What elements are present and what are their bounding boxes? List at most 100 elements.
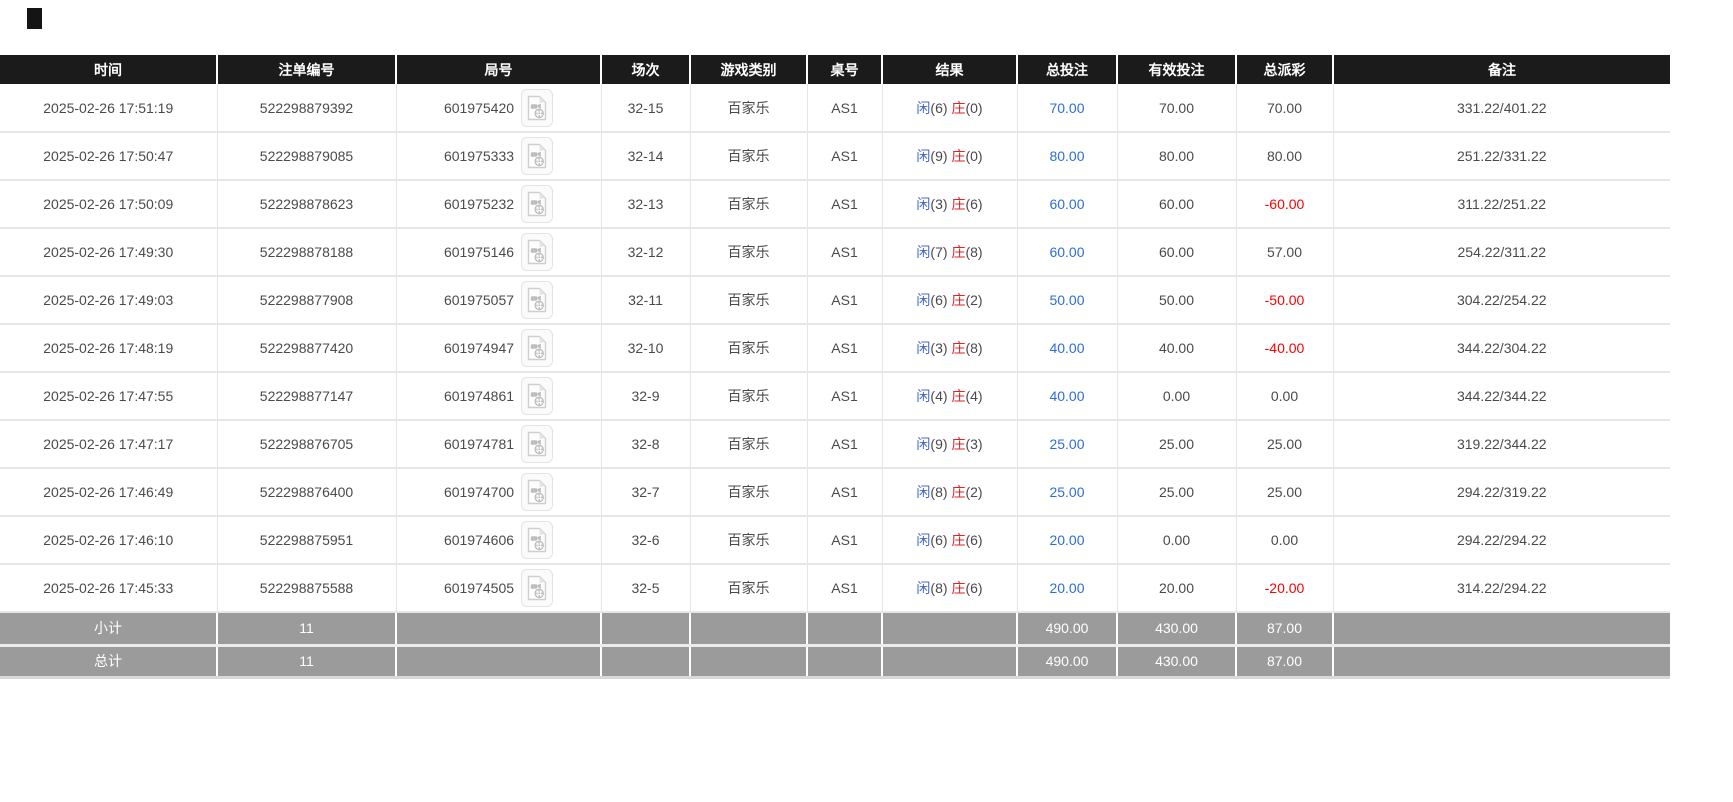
total-bet-link[interactable]: 70.00 (1049, 100, 1084, 116)
video-replay-icon (527, 191, 547, 217)
cell-round-number: 601975232 (396, 180, 601, 228)
cell-total-bet: 20.00 (1017, 516, 1117, 564)
cell-valid-bet: 20.00 (1117, 564, 1236, 612)
table-row: 2025-02-26 17:49:30 522298878188 6019751… (0, 228, 1670, 276)
cell-valid-bet: 60.00 (1117, 228, 1236, 276)
cell-valid-bet: 40.00 (1117, 324, 1236, 372)
total-bet-link[interactable]: 40.00 (1049, 388, 1084, 404)
result-banker-label: 庄 (951, 484, 965, 500)
cell-round-number: 601974781 (396, 420, 601, 468)
result-player-label: 闲 (916, 196, 930, 212)
video-replay-button[interactable] (521, 185, 553, 223)
result-banker-score: (8) (965, 340, 982, 356)
result-player-score: (8) (930, 580, 947, 596)
total-empty-result (882, 645, 1017, 677)
total-valid-bet: 430.00 (1117, 645, 1236, 677)
subtotal-empty-result (882, 612, 1017, 645)
cell-bet-number: 522298877147 (217, 372, 396, 420)
video-replay-icon (527, 287, 547, 313)
total-bet-link[interactable]: 60.00 (1049, 196, 1084, 212)
video-replay-button[interactable] (521, 89, 553, 127)
total-bet-link[interactable]: 25.00 (1049, 484, 1084, 500)
cell-remark: 254.22/311.22 (1333, 228, 1670, 276)
result-player-label: 闲 (916, 388, 930, 404)
video-replay-button[interactable] (521, 425, 553, 463)
result-player-label: 闲 (916, 244, 930, 260)
round-number: 601975420 (444, 100, 514, 116)
cell-result: 闲(8) 庄(2) (882, 468, 1017, 516)
table-row: 2025-02-26 17:50:47 522298879085 6019753… (0, 132, 1670, 180)
total-bet-link[interactable]: 60.00 (1049, 244, 1084, 260)
cell-remark: 294.22/294.22 (1333, 516, 1670, 564)
video-replay-button[interactable] (521, 521, 553, 559)
cell-game-type: 百家乐 (690, 84, 807, 132)
video-replay-button[interactable] (521, 473, 553, 511)
bet-records-table: 时间 注单编号 局号 场次 游戏类别 桌号 结果 总投注 有效投注 总派彩 备注… (0, 55, 1670, 679)
video-replay-button[interactable] (521, 377, 553, 415)
total-bet-link[interactable]: 40.00 (1049, 340, 1084, 356)
result-player-label: 闲 (916, 292, 930, 308)
table-header: 时间 注单编号 局号 场次 游戏类别 桌号 结果 总投注 有效投注 总派彩 备注 (0, 55, 1670, 84)
result-player-score: (4) (930, 388, 947, 404)
result-banker-label: 庄 (951, 340, 965, 356)
total-count: 11 (217, 645, 396, 677)
cell-time: 2025-02-26 17:46:49 (0, 468, 217, 516)
result-player-score: (3) (930, 196, 947, 212)
cell-bet-number: 522298876705 (217, 420, 396, 468)
column-header-result: 结果 (882, 55, 1017, 84)
column-header-table-number: 桌号 (807, 55, 882, 84)
total-total-bet: 490.00 (1017, 645, 1117, 677)
result-player-score: (3) (930, 340, 947, 356)
cell-session: 32-14 (601, 132, 690, 180)
cell-bet-number: 522298875951 (217, 516, 396, 564)
result-banker-score: (6) (965, 532, 982, 548)
result-banker-score: (0) (965, 148, 982, 164)
cell-payout: -50.00 (1236, 276, 1333, 324)
table-row: 2025-02-26 17:46:49 522298876400 6019747… (0, 468, 1670, 516)
column-header-valid-bet: 有效投注 (1117, 55, 1236, 84)
cell-bet-number: 522298876400 (217, 468, 396, 516)
cell-game-type: 百家乐 (690, 420, 807, 468)
cell-time: 2025-02-26 17:48:19 (0, 324, 217, 372)
cell-result: 闲(7) 庄(8) (882, 228, 1017, 276)
cell-payout: 70.00 (1236, 84, 1333, 132)
video-replay-button[interactable] (521, 233, 553, 271)
video-replay-icon (527, 479, 547, 505)
result-banker-label: 庄 (951, 388, 965, 404)
cell-time: 2025-02-26 17:50:09 (0, 180, 217, 228)
video-replay-button[interactable] (521, 329, 553, 367)
cell-valid-bet: 25.00 (1117, 420, 1236, 468)
cell-remark: 331.22/401.22 (1333, 84, 1670, 132)
cell-remark: 314.22/294.22 (1333, 564, 1670, 612)
video-replay-button[interactable] (521, 281, 553, 319)
cell-payout: 57.00 (1236, 228, 1333, 276)
video-replay-button[interactable] (521, 137, 553, 175)
total-bet-link[interactable]: 20.00 (1049, 532, 1084, 548)
subtotal-empty-game-type (690, 612, 807, 645)
result-banker-score: (4) (965, 388, 982, 404)
result-player-label: 闲 (916, 148, 930, 164)
cell-valid-bet: 80.00 (1117, 132, 1236, 180)
subtotal-valid-bet: 430.00 (1117, 612, 1236, 645)
result-player-score: (6) (930, 532, 947, 548)
cell-game-type: 百家乐 (690, 564, 807, 612)
total-row: 总计 11 490.00 430.00 87.00 (0, 645, 1670, 677)
total-bet-link[interactable]: 25.00 (1049, 436, 1084, 452)
total-bet-link[interactable]: 50.00 (1049, 292, 1084, 308)
cell-remark: 319.22/344.22 (1333, 420, 1670, 468)
total-bet-link[interactable]: 80.00 (1049, 148, 1084, 164)
cell-result: 闲(3) 庄(6) (882, 180, 1017, 228)
result-banker-label: 庄 (951, 580, 965, 596)
total-bet-link[interactable]: 20.00 (1049, 580, 1084, 596)
cell-round-number: 601974505 (396, 564, 601, 612)
cell-payout: 80.00 (1236, 132, 1333, 180)
total-label: 总计 (0, 645, 217, 677)
video-replay-button[interactable] (521, 569, 553, 607)
cell-session: 32-15 (601, 84, 690, 132)
cell-payout: -20.00 (1236, 564, 1333, 612)
cell-result: 闲(4) 庄(4) (882, 372, 1017, 420)
cell-time: 2025-02-26 17:49:03 (0, 276, 217, 324)
result-player-score: (7) (930, 244, 947, 260)
cell-bet-number: 522298878623 (217, 180, 396, 228)
cell-table-number: AS1 (807, 516, 882, 564)
